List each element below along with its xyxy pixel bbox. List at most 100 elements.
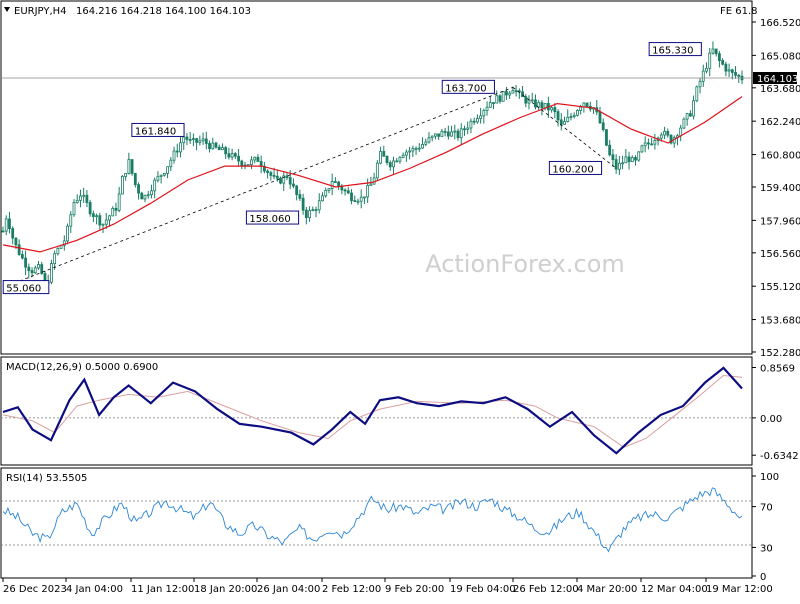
candle-body [175, 150, 179, 153]
candle-body [88, 202, 92, 215]
candle-body [375, 162, 379, 179]
candle-body [272, 175, 276, 177]
candle-body [314, 209, 318, 212]
candle-body [627, 156, 631, 163]
candle [695, 85, 699, 103]
candle-body [488, 102, 492, 108]
chart-background [0, 0, 800, 600]
candle-body [233, 153, 237, 157]
candle-body [437, 133, 441, 137]
candle-body [24, 257, 27, 268]
candle-body [566, 116, 570, 122]
candle-body [556, 111, 560, 121]
candle-body [579, 106, 583, 111]
x-axis-tick-label: 4 Jan 04:00 [66, 584, 123, 595]
rsi-title: RSI(14) 53.5505 [6, 473, 87, 484]
candle-body [143, 194, 147, 200]
candle-body [317, 200, 321, 211]
price-axis-tick-label: 152.280 [760, 348, 800, 359]
candle-body [398, 156, 402, 162]
candle-body [172, 150, 176, 161]
candle-body [466, 127, 470, 130]
candle-body [224, 147, 228, 155]
candle-body [198, 140, 202, 143]
candle-body [472, 120, 476, 123]
candle-body [27, 266, 31, 272]
candle-body [369, 183, 373, 186]
candle-body [388, 162, 392, 168]
candle-body [356, 200, 360, 203]
candle-body [311, 209, 315, 212]
candle-body [217, 146, 221, 151]
candle-body [608, 144, 612, 156]
candle-body [11, 228, 15, 239]
candle [501, 91, 505, 102]
candle-body [585, 102, 589, 107]
x-axis-tick-label: 19 Feb 04:00 [450, 584, 516, 595]
candle-body [327, 188, 331, 191]
candle-body [204, 138, 208, 144]
candle-body [482, 110, 486, 117]
candle-body [485, 106, 489, 111]
rsi-axis-tick-label: 100 [760, 472, 779, 483]
candle-body [430, 135, 434, 139]
candle [130, 159, 134, 176]
price-axis-tick-label: 153.680 [760, 316, 800, 327]
candle-body [605, 129, 608, 146]
candle-body [385, 155, 389, 163]
candle-body [505, 91, 508, 96]
price-annotation: 165.330 [648, 42, 702, 57]
candle [640, 144, 644, 153]
watermark: ActionForex.com [425, 250, 625, 278]
candle-body [734, 72, 737, 76]
candle [50, 259, 53, 285]
candle-body [737, 74, 741, 77]
candle-body [647, 142, 650, 145]
candle-body [330, 181, 334, 189]
candle-body [695, 86, 699, 102]
candle-body [537, 102, 541, 108]
candle-body [540, 102, 544, 109]
candle-body [617, 162, 621, 170]
candle-body [463, 128, 466, 131]
candle-body [230, 153, 234, 158]
x-axis-tick-label: 18 Jan 20:00 [194, 584, 257, 595]
candle-body [634, 157, 637, 161]
candle-body [353, 200, 357, 202]
current-price-label: 164.103 [757, 74, 798, 85]
candle-body [269, 172, 273, 176]
candle-body [543, 102, 547, 109]
price-axis-tick-label: 157.960 [760, 216, 800, 227]
candle-body [392, 160, 395, 168]
candle-body [663, 130, 666, 136]
candle-body [640, 145, 644, 153]
candle-body [366, 185, 370, 198]
candle-body [82, 194, 86, 197]
candle-body [421, 143, 424, 149]
candle-body [511, 90, 515, 94]
candle-body [30, 270, 34, 274]
candle-body [117, 193, 121, 211]
candle-body [534, 99, 537, 108]
candle-body [337, 181, 341, 187]
x-axis-tick-label: 4 Mar 20:00 [577, 584, 637, 595]
candle-body [14, 237, 18, 246]
candle-body [146, 194, 150, 197]
candle-body [601, 122, 605, 131]
candle-body [75, 199, 79, 204]
candle-body [285, 175, 289, 178]
candle-body [382, 151, 386, 157]
candle-body [553, 107, 557, 113]
candle-body [572, 114, 576, 117]
candle-body [91, 213, 95, 217]
candle-body [114, 207, 118, 211]
candle-body [4, 218, 8, 232]
candle-body [20, 254, 24, 259]
candle-body [498, 95, 502, 102]
annotation-label: 165.330 [652, 46, 693, 57]
candle-body [153, 179, 157, 192]
annotation-label: 158.060 [249, 214, 290, 225]
candle-body [446, 131, 450, 137]
candle-body [508, 92, 512, 96]
candle-body [221, 147, 224, 151]
